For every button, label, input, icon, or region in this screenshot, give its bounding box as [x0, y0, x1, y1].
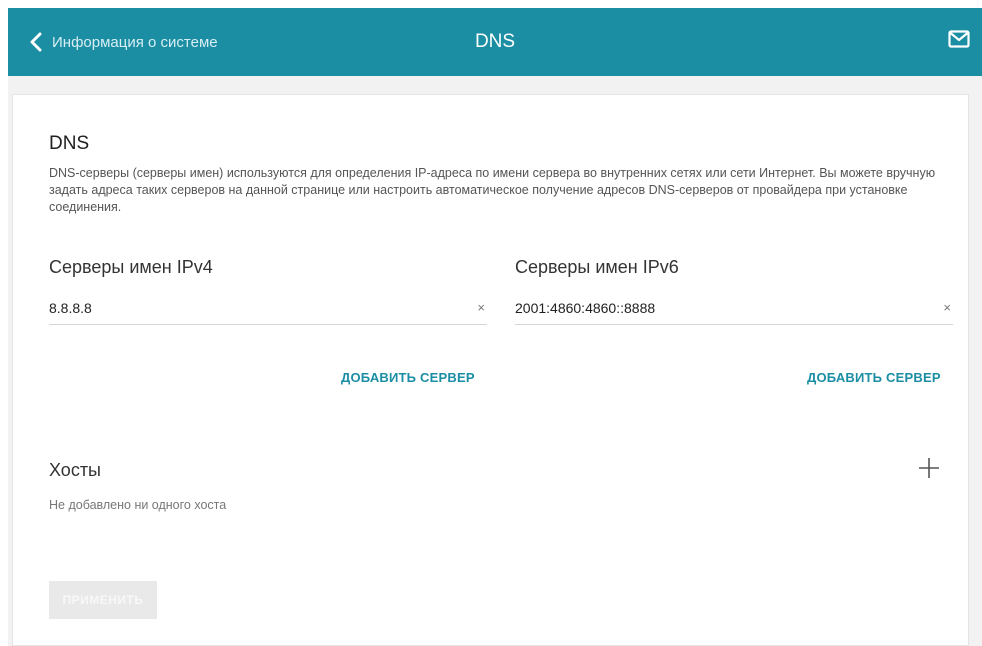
back-label: Информация о системе: [52, 33, 218, 51]
ipv4-server-value[interactable]: 8.8.8.8: [49, 300, 92, 316]
top-bar: Информация о системе DNS: [8, 8, 982, 76]
plus-icon: [918, 458, 940, 483]
ipv6-clear-icon[interactable]: ×: [941, 300, 953, 315]
dns-panel: DNS DNS-серверы (серверы имен) использую…: [12, 94, 969, 646]
mail-icon: [948, 30, 970, 52]
notifications-button[interactable]: [948, 30, 970, 53]
ipv4-servers-title: Серверы имен IPv4: [49, 257, 213, 277]
hosts-title: Хосты: [49, 460, 101, 480]
back-button[interactable]: Информация о системе: [30, 8, 218, 76]
dns-description: DNS-серверы (серверы имен) используются …: [49, 166, 936, 214]
ipv6-server-field[interactable]: 2001:4860:4860::8888 ×: [515, 291, 953, 325]
ipv6-add-server-button[interactable]: ДОБАВИТЬ СЕРВЕР: [807, 370, 941, 385]
ipv4-add-server-button[interactable]: ДОБАВИТЬ СЕРВЕР: [341, 370, 475, 385]
add-host-button[interactable]: [918, 457, 940, 484]
ipv4-clear-icon[interactable]: ×: [475, 300, 487, 315]
apply-button[interactable]: ПРИМЕНИТЬ: [49, 581, 157, 619]
ipv4-server-field[interactable]: 8.8.8.8 ×: [49, 291, 487, 325]
dns-section-title: DNS: [49, 133, 90, 154]
chevron-left-icon: [30, 32, 42, 52]
ipv6-servers-title: Серверы имен IPv6: [515, 257, 679, 277]
hosts-empty-text: Не добавлено ни одного хоста: [49, 498, 227, 512]
ipv6-server-value[interactable]: 2001:4860:4860::8888: [515, 300, 655, 316]
